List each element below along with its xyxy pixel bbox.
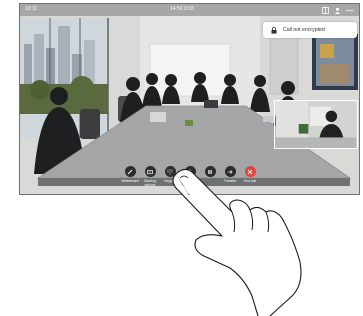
tap-gesture-hand-illustration: [172, 168, 302, 316]
